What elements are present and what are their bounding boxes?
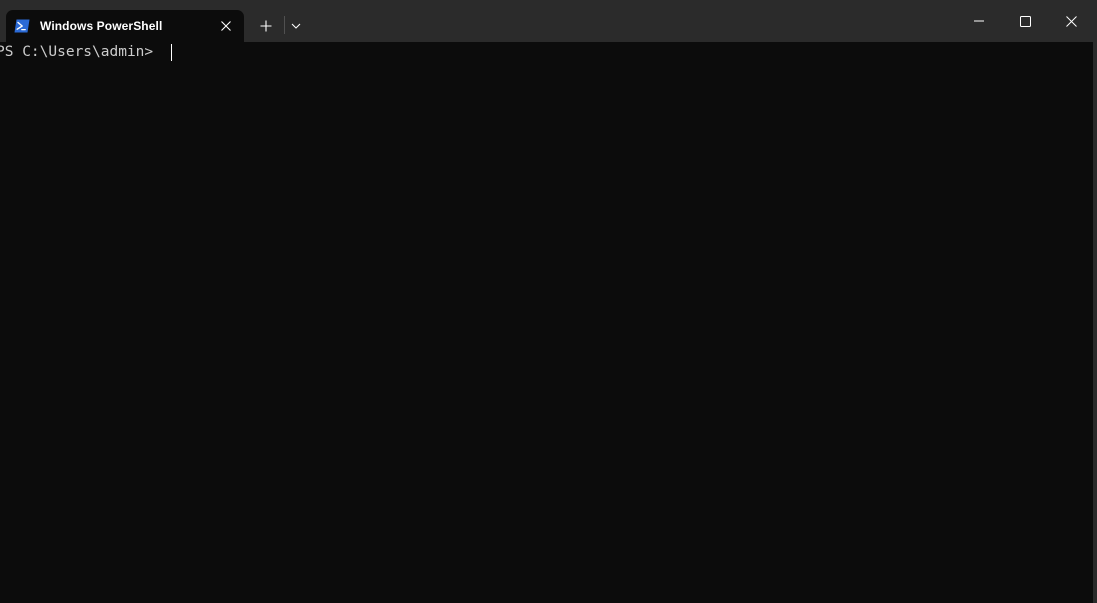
minimize-icon <box>974 20 984 22</box>
tab-close-icon[interactable] <box>216 16 236 36</box>
tab-separator <box>284 16 285 34</box>
tab-windows-powershell[interactable]: Windows PowerShell <box>6 10 244 42</box>
powershell-icon <box>14 18 30 34</box>
maximize-icon <box>1019 15 1031 27</box>
text-cursor <box>170 43 172 61</box>
prompt-line: PS C:\Users\admin> <box>0 43 172 61</box>
chevron-down-icon <box>291 23 301 29</box>
new-tab-button[interactable] <box>254 14 278 38</box>
terminal-output[interactable]: PS C:\Users\admin> <box>0 42 1093 603</box>
close-button[interactable] <box>1048 0 1094 42</box>
plus-icon <box>260 20 272 32</box>
prompt-text: PS C:\Users\admin> <box>0 44 162 60</box>
minimize-button[interactable] <box>956 0 1002 42</box>
profile-dropdown-button[interactable] <box>286 14 306 38</box>
terminal-window: Windows PowerShell PS C:\Users\admin> <box>0 0 1097 603</box>
tab-title: Windows PowerShell <box>40 19 163 33</box>
maximize-button[interactable] <box>1002 0 1048 42</box>
close-icon <box>1065 15 1077 27</box>
window-border <box>1093 42 1097 603</box>
title-bar[interactable]: Windows PowerShell <box>0 0 1097 42</box>
